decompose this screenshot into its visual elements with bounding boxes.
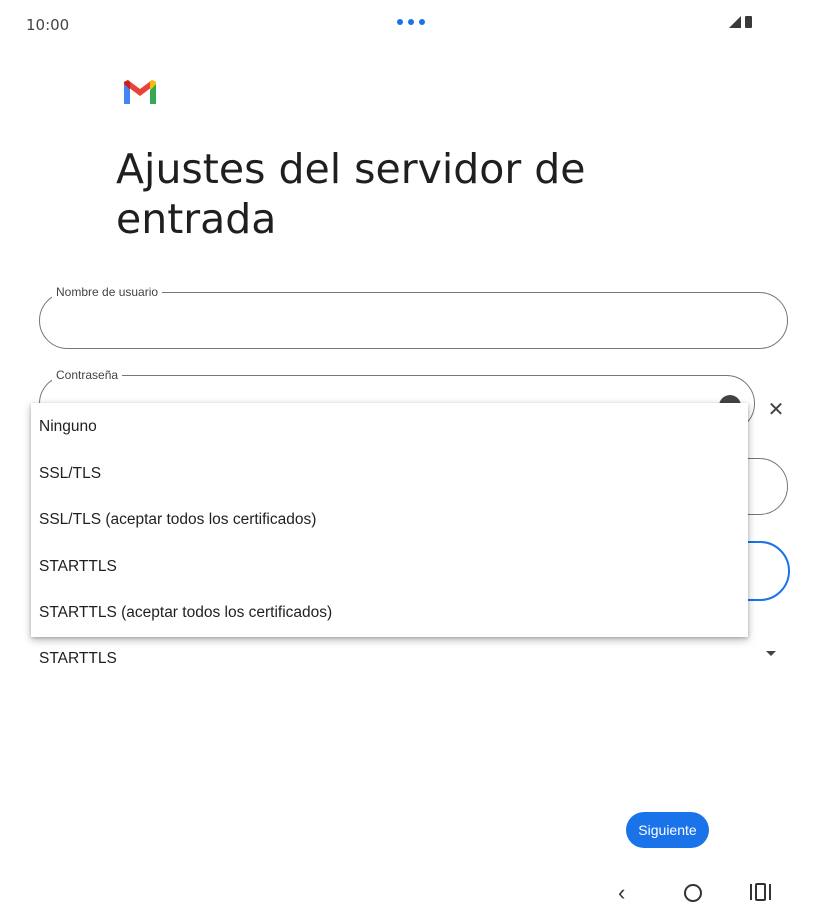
- page-title: Ajustes del servidor de entrada: [116, 145, 586, 243]
- menu-item-ssl-tls-all-certs[interactable]: SSL/TLS (aceptar todos los certificados): [39, 510, 316, 530]
- signal-icon: [729, 16, 741, 28]
- username-label: Nombre de usuario: [52, 284, 163, 300]
- menu-item-ninguno[interactable]: Ninguno: [39, 417, 97, 437]
- system-icons: [729, 16, 752, 28]
- battery-icon: [745, 16, 752, 28]
- close-icon[interactable]: ✕: [766, 399, 786, 421]
- security-type-select[interactable]: STARTTLS: [39, 650, 117, 668]
- menu-item-ssl-tls[interactable]: SSL/TLS: [39, 464, 101, 484]
- menu-item-starttls[interactable]: STARTTLS: [39, 557, 117, 577]
- security-type-menu: Ninguno SSL/TLS SSL/TLS (aceptar todos l…: [31, 403, 748, 637]
- back-icon[interactable]: ‹: [618, 880, 625, 906]
- username-field[interactable]: Nombre de usuario: [39, 284, 788, 349]
- more-dots-icon: [397, 19, 425, 25]
- caret-down-icon[interactable]: [766, 651, 776, 656]
- menu-item-starttls-all-certs[interactable]: STARTTLS (aceptar todos los certificados…: [39, 603, 332, 623]
- next-button[interactable]: Siguiente: [626, 812, 709, 848]
- navigation-bar: ‹: [0, 872, 826, 919]
- clock: 10:00: [26, 16, 70, 34]
- home-icon[interactable]: [684, 884, 702, 902]
- password-label: Contraseña: [52, 367, 123, 383]
- gmail-logo: [124, 80, 156, 104]
- status-bar: 10:00: [0, 0, 826, 48]
- recents-icon[interactable]: [750, 883, 771, 901]
